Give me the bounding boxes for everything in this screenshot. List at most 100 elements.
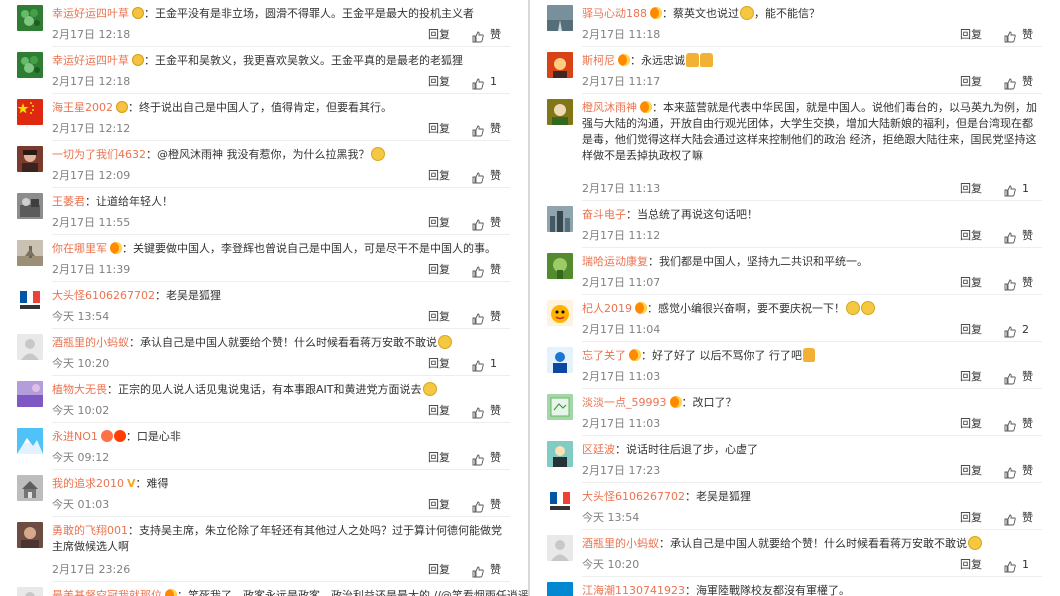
- reply-button[interactable]: 回复: [960, 510, 982, 526]
- comment-item: 勇敢的飞翔001：支持吴主席，朱立伦除了年轻还有其他过人之处吗？过于算计何德何能…: [0, 517, 528, 582]
- comment-thumbs-up-emoji-icon: [803, 348, 815, 362]
- user-avatar[interactable]: [547, 582, 573, 596]
- username-link[interactable]: 王萎君: [52, 195, 85, 208]
- reply-button[interactable]: 回复: [428, 450, 450, 466]
- comment-text: ：当总统了再说这句话吧！: [626, 208, 758, 221]
- user-avatar[interactable]: [17, 240, 43, 266]
- user-avatar[interactable]: [547, 99, 573, 125]
- reply-button[interactable]: 回复: [428, 121, 450, 137]
- username-link[interactable]: 海王星2002: [52, 101, 113, 114]
- reply-button[interactable]: 回复: [428, 168, 450, 184]
- user-avatar[interactable]: [17, 5, 43, 31]
- reply-button[interactable]: 回复: [428, 27, 450, 43]
- username-link[interactable]: 杞人2019: [582, 302, 632, 315]
- comment-text-continued: ，能不能信？: [754, 7, 820, 20]
- comment-content: 一切为了我们4632：@橙风沐雨神 我没有惹你，为什么拉黑我？: [52, 147, 510, 163]
- username-link[interactable]: 永进NO1: [52, 430, 98, 443]
- reply-button[interactable]: 回复: [960, 322, 982, 338]
- like-count: 赞: [490, 498, 501, 511]
- thumbs-up-icon: [1004, 324, 1016, 338]
- user-avatar[interactable]: [17, 475, 43, 501]
- comment-time: 2月17日 11:55: [52, 216, 131, 229]
- username-link[interactable]: 淡淡一点_59993: [582, 396, 667, 409]
- username-link[interactable]: 大头怪6106267702: [582, 490, 685, 503]
- username-link[interactable]: 你在哪里军: [52, 242, 107, 255]
- user-avatar[interactable]: [547, 206, 573, 232]
- comment-content: 海王星2002 ：终于说出自己是中国人了，值得肯定，但要看其行。: [52, 100, 510, 116]
- user-avatar[interactable]: [17, 381, 43, 407]
- username-link[interactable]: 奋斗电子: [582, 208, 626, 221]
- like-count: 赞: [1022, 28, 1033, 41]
- username-link[interactable]: 驿马心动188: [582, 7, 647, 20]
- username-link[interactable]: 植物大无畏: [52, 383, 107, 396]
- username-link[interactable]: 最美基督空冠我就那位: [52, 589, 162, 596]
- user-avatar[interactable]: [17, 587, 43, 596]
- username-link[interactable]: 江海潮1130741923: [582, 584, 685, 596]
- reply-button[interactable]: 回复: [960, 463, 982, 479]
- thumbs-up-icon: [472, 452, 484, 466]
- comment-text: ：让道给年轻人！: [85, 195, 173, 208]
- comment-meta: 今天 01:03 回复 赞: [52, 497, 510, 513]
- user-avatar[interactable]: [547, 5, 573, 31]
- comment-item: 海王星2002 ：终于说出自己是中国人了，值得肯定，但要看其行。 2月17日 12:…: [0, 94, 528, 141]
- reply-button[interactable]: 回复: [960, 416, 982, 432]
- username-link[interactable]: 幸运好运四叶草: [52, 7, 129, 20]
- user-avatar[interactable]: [547, 394, 573, 420]
- username-link[interactable]: 橙风沐雨神: [582, 101, 637, 114]
- user-avatar[interactable]: [17, 334, 43, 360]
- user-avatar[interactable]: [17, 287, 43, 313]
- comment-content: 王萎君：让道给年轻人！: [52, 194, 510, 210]
- user-avatar[interactable]: [17, 146, 43, 172]
- user-avatar[interactable]: [547, 441, 573, 467]
- comment-column-right: 驿马心动188 ：蔡英文也说过 ，能不能信？ 2月17日 11:18 回复赞斯柯尼 ：永远…: [530, 0, 1060, 596]
- reply-button[interactable]: 回复: [428, 497, 450, 513]
- user-avatar[interactable]: [547, 253, 573, 279]
- comment-content: 大头怪6106267702：老吴是狐狸: [52, 288, 510, 304]
- username-link[interactable]: 酒瓶里的小蚂蚁: [52, 336, 129, 349]
- reply-button[interactable]: 回复: [428, 356, 450, 372]
- reply-button[interactable]: 回复: [960, 557, 982, 573]
- username-link[interactable]: 一切为了我们4632: [52, 148, 146, 161]
- comment-smiley-emoji-icon: [422, 382, 437, 396]
- username-link[interactable]: 我的追求2010: [52, 477, 124, 490]
- comment-content: 江海潮1130741923：海軍陸戰隊校友都沒有軍權了。: [582, 583, 1042, 596]
- user-avatar[interactable]: [17, 193, 43, 219]
- comment-strong-arm-emoji-icon: [686, 53, 699, 67]
- comment-time: 今天 13:54: [52, 310, 110, 323]
- reply-button[interactable]: 回复: [428, 74, 450, 90]
- reply-button[interactable]: 回复: [960, 369, 982, 385]
- username-link[interactable]: 酒瓶里的小蚂蚁: [582, 537, 659, 550]
- reply-button[interactable]: 回复: [428, 309, 450, 325]
- username-link[interactable]: 区廷波: [582, 443, 615, 456]
- reply-button[interactable]: 回复: [960, 27, 982, 43]
- reply-button[interactable]: 回复: [960, 74, 982, 90]
- user-avatar[interactable]: [17, 52, 43, 78]
- user-member-badge-icon: [116, 101, 128, 113]
- user-avatar[interactable]: [547, 347, 573, 373]
- thumbs-up-icon: [1004, 230, 1016, 244]
- user-avatar[interactable]: [547, 52, 573, 78]
- username-link[interactable]: 勇敢的飞翔001: [52, 524, 128, 537]
- reply-button[interactable]: 回复: [428, 562, 450, 578]
- reply-button[interactable]: 回复: [428, 262, 450, 278]
- user-level-badge-icon: [113, 430, 126, 442]
- thumbs-up-icon: [1004, 512, 1016, 526]
- user-avatar[interactable]: [17, 99, 43, 125]
- reply-button[interactable]: 回复: [428, 215, 450, 231]
- username-link[interactable]: 瑞哈运动康复: [582, 255, 648, 268]
- user-avatar[interactable]: [17, 428, 43, 454]
- comment-content: 杞人2019 ：感觉小编很兴奋啊，要不要庆祝一下！: [582, 301, 1042, 317]
- username-link[interactable]: 忘了关了: [582, 349, 626, 362]
- weibo-comments-page: 幸运好运四叶草 ：王金平没有是非立场，圆滑不得罪人。王金平是最大的投机主义者 2月1…: [0, 0, 1060, 596]
- reply-button[interactable]: 回复: [960, 181, 982, 197]
- username-link[interactable]: 斯柯尼: [582, 54, 615, 67]
- username-link[interactable]: 幸运好运四叶草: [52, 54, 129, 67]
- username-link[interactable]: 大头怪6106267702: [52, 289, 155, 302]
- user-avatar[interactable]: [17, 522, 43, 548]
- reply-button[interactable]: 回复: [960, 275, 982, 291]
- user-avatar[interactable]: [547, 535, 573, 561]
- user-avatar[interactable]: [547, 300, 573, 326]
- reply-button[interactable]: 回复: [428, 403, 450, 419]
- user-avatar[interactable]: [547, 488, 573, 514]
- reply-button[interactable]: 回复: [960, 228, 982, 244]
